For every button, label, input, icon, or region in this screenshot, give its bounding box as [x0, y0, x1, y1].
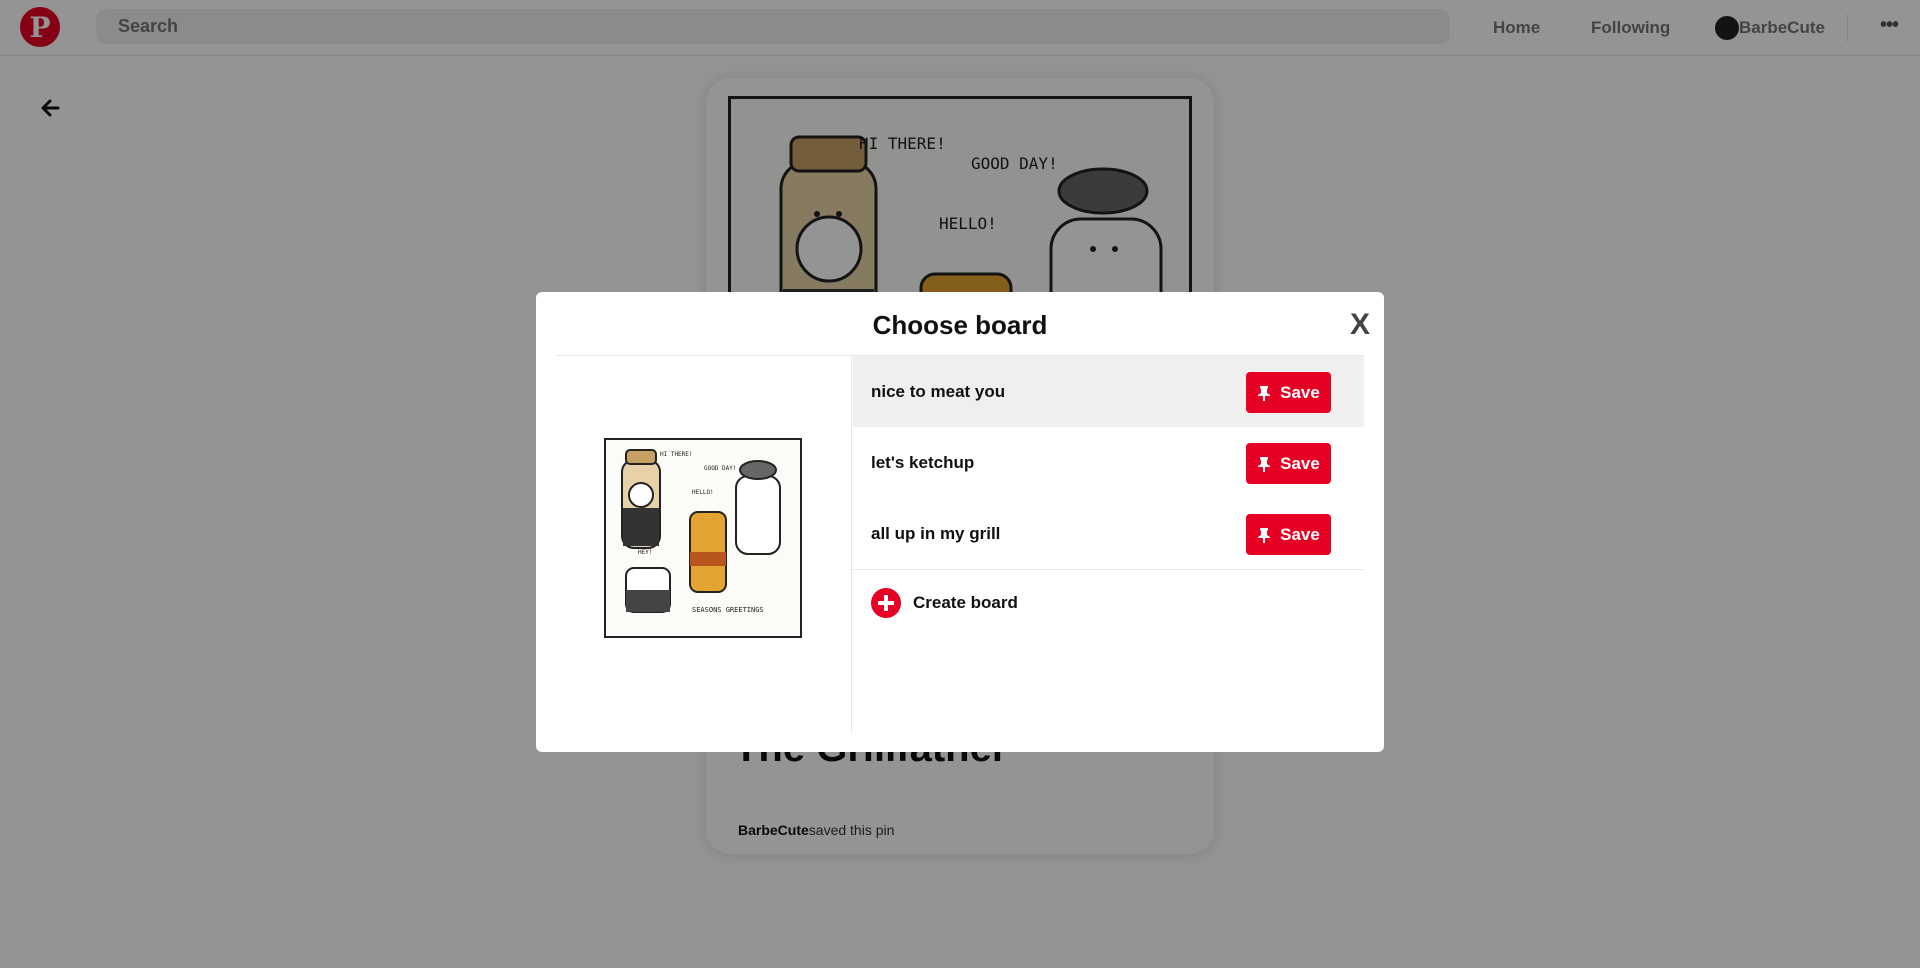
board-row[interactable]: all up in my grill Save	[853, 498, 1364, 569]
pushpin-icon	[1258, 385, 1271, 401]
save-button[interactable]: Save	[1246, 514, 1331, 555]
save-label: Save	[1280, 382, 1320, 402]
pushpin-icon	[1258, 527, 1271, 543]
plus-circle-icon	[871, 588, 901, 618]
save-button[interactable]: Save	[1246, 443, 1331, 484]
thumb-speech-good-day: GOOD DAY!	[704, 465, 737, 472]
save-label: Save	[1280, 524, 1320, 544]
board-row[interactable]: nice to meat you Save	[853, 356, 1364, 427]
pin-thumbnail: HI THERE! GOOD DAY! HELLO! HEY! SEASONS …	[604, 438, 802, 638]
pushpin-icon	[1258, 456, 1271, 472]
choose-board-modal: Choose board X HI THERE! GOOD DAY! HELLO…	[536, 292, 1384, 752]
modal-title: Choose board	[872, 310, 1048, 340]
create-board-button[interactable]: Create board	[853, 570, 1364, 636]
pin-preview-panel: HI THERE! GOOD DAY! HELLO! HEY! SEASONS …	[556, 356, 852, 732]
save-label: Save	[1280, 453, 1320, 473]
board-name: nice to meat you	[871, 381, 1006, 401]
thumb-speech-hello: HELLO!	[692, 489, 714, 496]
thumb-seasons-greetings: SEASONS GREETINGS	[692, 606, 764, 614]
thumb-speech-hey: HEY!	[638, 549, 652, 556]
thumb-speech-hi-there: HI THERE!	[660, 451, 693, 458]
close-icon[interactable]: X	[1350, 308, 1370, 342]
create-board-label: Create board	[913, 593, 1018, 612]
board-row[interactable]: let's ketchup Save	[853, 427, 1364, 498]
board-list: nice to meat you Save let's ketchup Save…	[853, 356, 1364, 636]
board-name: all up in my grill	[871, 523, 1001, 543]
board-name: let's ketchup	[871, 452, 975, 472]
save-button[interactable]: Save	[1246, 372, 1331, 413]
